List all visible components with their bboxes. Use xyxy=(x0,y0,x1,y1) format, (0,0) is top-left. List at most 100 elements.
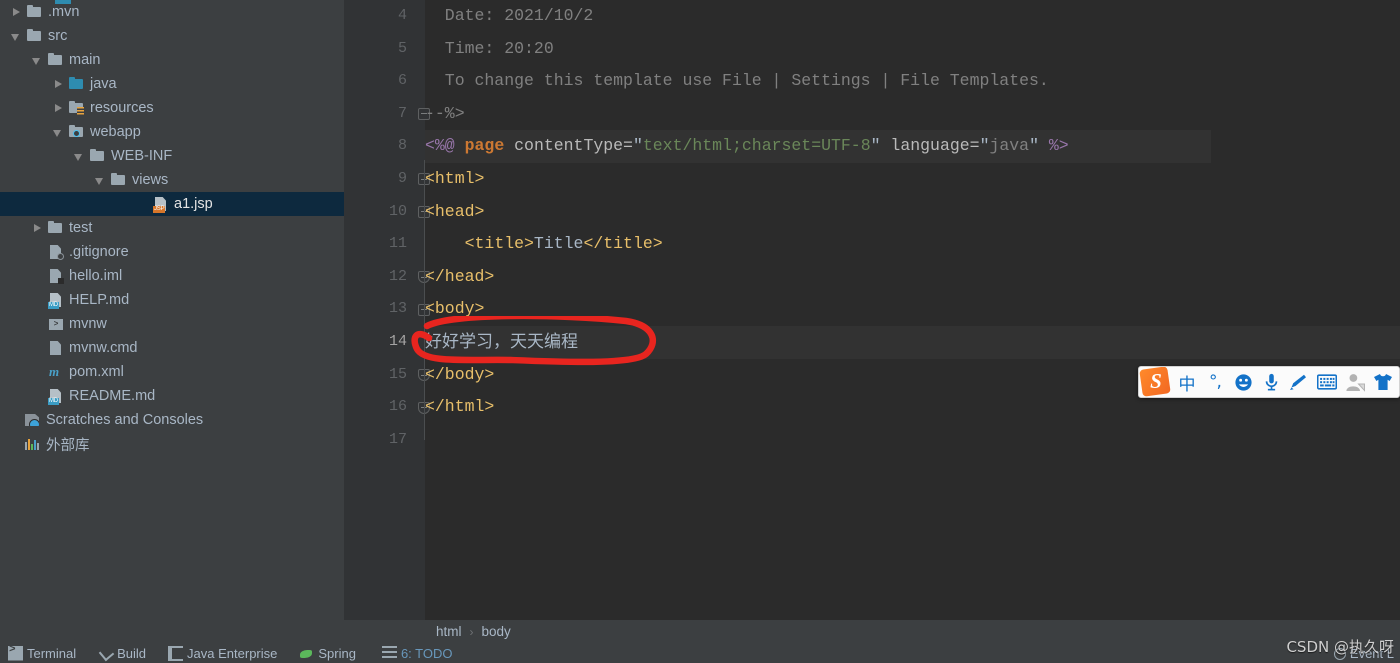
code-editor[interactable]: 4 5 6 7 8 9 10 11 12 13 14 15 16 17 Date: 2021/10/2 T… xyxy=(344,0,1400,620)
folder-blue-icon xyxy=(68,76,85,92)
disclosure-open-icon[interactable] xyxy=(10,30,23,43)
code-text-area[interactable]: Date: 2021/10/2 Time: 20:20 To change th… xyxy=(425,0,1400,620)
line-number-12: 12 xyxy=(388,267,407,285)
tree-item-pom-xml[interactable]: m pom.xml xyxy=(0,360,344,384)
tree-item-src[interactable]: src xyxy=(0,24,344,48)
skin-tshirt-icon[interactable] xyxy=(1369,367,1397,397)
line-number-14: 14 xyxy=(388,333,407,350)
build-hammer-icon xyxy=(98,646,113,661)
breadcrumb-item-body[interactable]: body xyxy=(482,624,511,639)
iml-file-icon xyxy=(47,268,64,284)
statusbar-item-terminal[interactable]: Terminal xyxy=(8,645,77,661)
tree-item-main[interactable]: main xyxy=(0,48,344,72)
code-line-6[interactable]: To change this template use File | Setti… xyxy=(425,65,1049,98)
line-number-13: 13 xyxy=(388,300,407,318)
tree-item-web-inf[interactable]: WEB-INF xyxy=(0,144,344,168)
tree-item-hello-iml[interactable]: hello.iml xyxy=(0,264,344,288)
external-libraries-icon xyxy=(24,436,41,452)
tree-item-readme-md[interactable]: MD README.md xyxy=(0,384,344,408)
breadcrumb-item-html[interactable]: html xyxy=(436,624,462,639)
bottom-tool-window-bar[interactable]: Terminal Build Java Enterprise Spring 6:… xyxy=(0,643,1400,663)
code-line-15[interactable]: </body> xyxy=(425,359,494,392)
disclosure-open-icon[interactable] xyxy=(52,126,65,139)
disclosure-open-icon[interactable] xyxy=(73,150,86,163)
statusbar-item-build[interactable]: Build xyxy=(98,646,146,661)
line-number-9: 9 xyxy=(397,170,407,187)
tree-item-label: views xyxy=(132,172,169,188)
tree-item-java[interactable]: java xyxy=(0,72,344,96)
tree-item-a1-jsp[interactable]: JSP a1.jsp xyxy=(0,192,344,216)
disclosure-closed-icon[interactable] xyxy=(10,6,23,19)
tree-item-label: hello.iml xyxy=(69,268,123,284)
disclosure-open-icon[interactable] xyxy=(31,54,44,67)
project-tree[interactable]: .mvn src main java resources webapp WEB-INF vie… xyxy=(0,0,344,456)
code-line-12[interactable]: </head> xyxy=(425,261,494,294)
emoji-icon[interactable] xyxy=(1229,367,1257,397)
microphone-icon[interactable] xyxy=(1257,367,1285,397)
chevron-right-icon: › xyxy=(469,624,474,639)
punctuation-mode-icon[interactable]: °, xyxy=(1201,367,1229,397)
folder-icon xyxy=(26,4,43,20)
project-tree-panel[interactable]: .mvn src main java resources webapp WEB-INF vie… xyxy=(0,0,344,620)
tree-item-help-md[interactable]: MD HELP.md xyxy=(0,288,344,312)
tree-item-label: pom.xml xyxy=(69,364,124,380)
handwriting-pen-icon[interactable] xyxy=(1285,367,1313,397)
folder-icon xyxy=(110,172,127,188)
soft-keyboard-icon[interactable] xyxy=(1313,367,1341,397)
code-line-5[interactable]: Time: 20:20 xyxy=(425,33,554,66)
statusbar-item-todo[interactable]: 6: TODO xyxy=(381,645,453,661)
tree-item-gitignore[interactable]: .gitignore xyxy=(0,240,344,264)
statusbar-item-java-enterprise[interactable]: Java Enterprise xyxy=(168,645,278,661)
code-line-11[interactable]: <title>Title</title> xyxy=(425,228,663,261)
statusbar-item-spring[interactable]: Spring xyxy=(299,646,356,661)
disclosure-closed-icon[interactable] xyxy=(52,102,65,115)
disclosure-closed-icon[interactable] xyxy=(52,78,65,91)
tree-item-label: 外部库 xyxy=(46,437,90,454)
code-line-9[interactable]: <html> xyxy=(425,163,484,196)
tree-item-test[interactable]: test xyxy=(0,216,344,240)
tree-item-mvnw-cmd[interactable]: mvnw.cmd xyxy=(0,336,344,360)
code-line-16[interactable]: </html> xyxy=(425,391,494,424)
terminal-icon xyxy=(8,645,23,661)
tree-item-views[interactable]: views xyxy=(0,168,344,192)
tree-item-mvnw[interactable]: > mvnw xyxy=(0,312,344,336)
line-number-11: 11 xyxy=(388,235,407,253)
tree-item-mvn[interactable]: .mvn xyxy=(0,0,344,24)
line-number-7: 7 xyxy=(397,104,407,122)
scratches-icon xyxy=(24,412,41,428)
tree-item-label: .gitignore xyxy=(69,244,129,260)
disclosure-open-icon[interactable] xyxy=(94,174,107,187)
code-line-10[interactable]: <head> xyxy=(425,196,484,229)
tree-item-resources[interactable]: resources xyxy=(0,96,344,120)
statusbar-label: Java Enterprise xyxy=(187,645,278,661)
code-line-8[interactable]: <%@ page contentType="text/html;charset=… xyxy=(425,130,1211,163)
tree-item-scratches-and-consoles[interactable]: Scratches and Consoles xyxy=(0,408,344,432)
code-line-7[interactable]: --%> xyxy=(425,98,465,131)
breadcrumb[interactable]: html › body xyxy=(344,620,1400,643)
java-enterprise-icon xyxy=(168,645,184,661)
tree-item-label: test xyxy=(69,220,93,236)
code-line-14[interactable]: 好好学习，天天编程 xyxy=(425,326,1400,359)
tree-item-webapp[interactable]: webapp xyxy=(0,120,344,144)
editor-gutter[interactable]: 4 5 6 7 8 9 10 11 12 13 14 15 16 17 xyxy=(344,0,430,620)
user-account-icon[interactable] xyxy=(1341,367,1369,397)
tree-item-label: mvnw xyxy=(69,316,107,332)
tree-item-[interactable]: 外部库 xyxy=(0,432,344,456)
tree-item-label: a1.jsp xyxy=(174,196,213,212)
statusbar-label: Build xyxy=(117,645,147,661)
sogou-logo-icon[interactable]: S xyxy=(1139,367,1173,397)
sogou-input-method-toolbar[interactable]: S 中 °, xyxy=(1138,366,1400,398)
line-number-17: 17 xyxy=(388,430,407,448)
line-number-16: 16 xyxy=(388,398,407,416)
line-number-4: 4 xyxy=(397,7,407,24)
disclosure-closed-icon[interactable] xyxy=(31,222,44,235)
folder-webapp-icon xyxy=(68,124,85,140)
chinese-mode-icon[interactable]: 中 xyxy=(1173,367,1201,397)
code-line-13[interactable]: <body> xyxy=(425,293,484,326)
statusbar-label: Terminal xyxy=(27,645,77,661)
code-line-4[interactable]: Date: 2021/10/2 xyxy=(425,0,594,33)
